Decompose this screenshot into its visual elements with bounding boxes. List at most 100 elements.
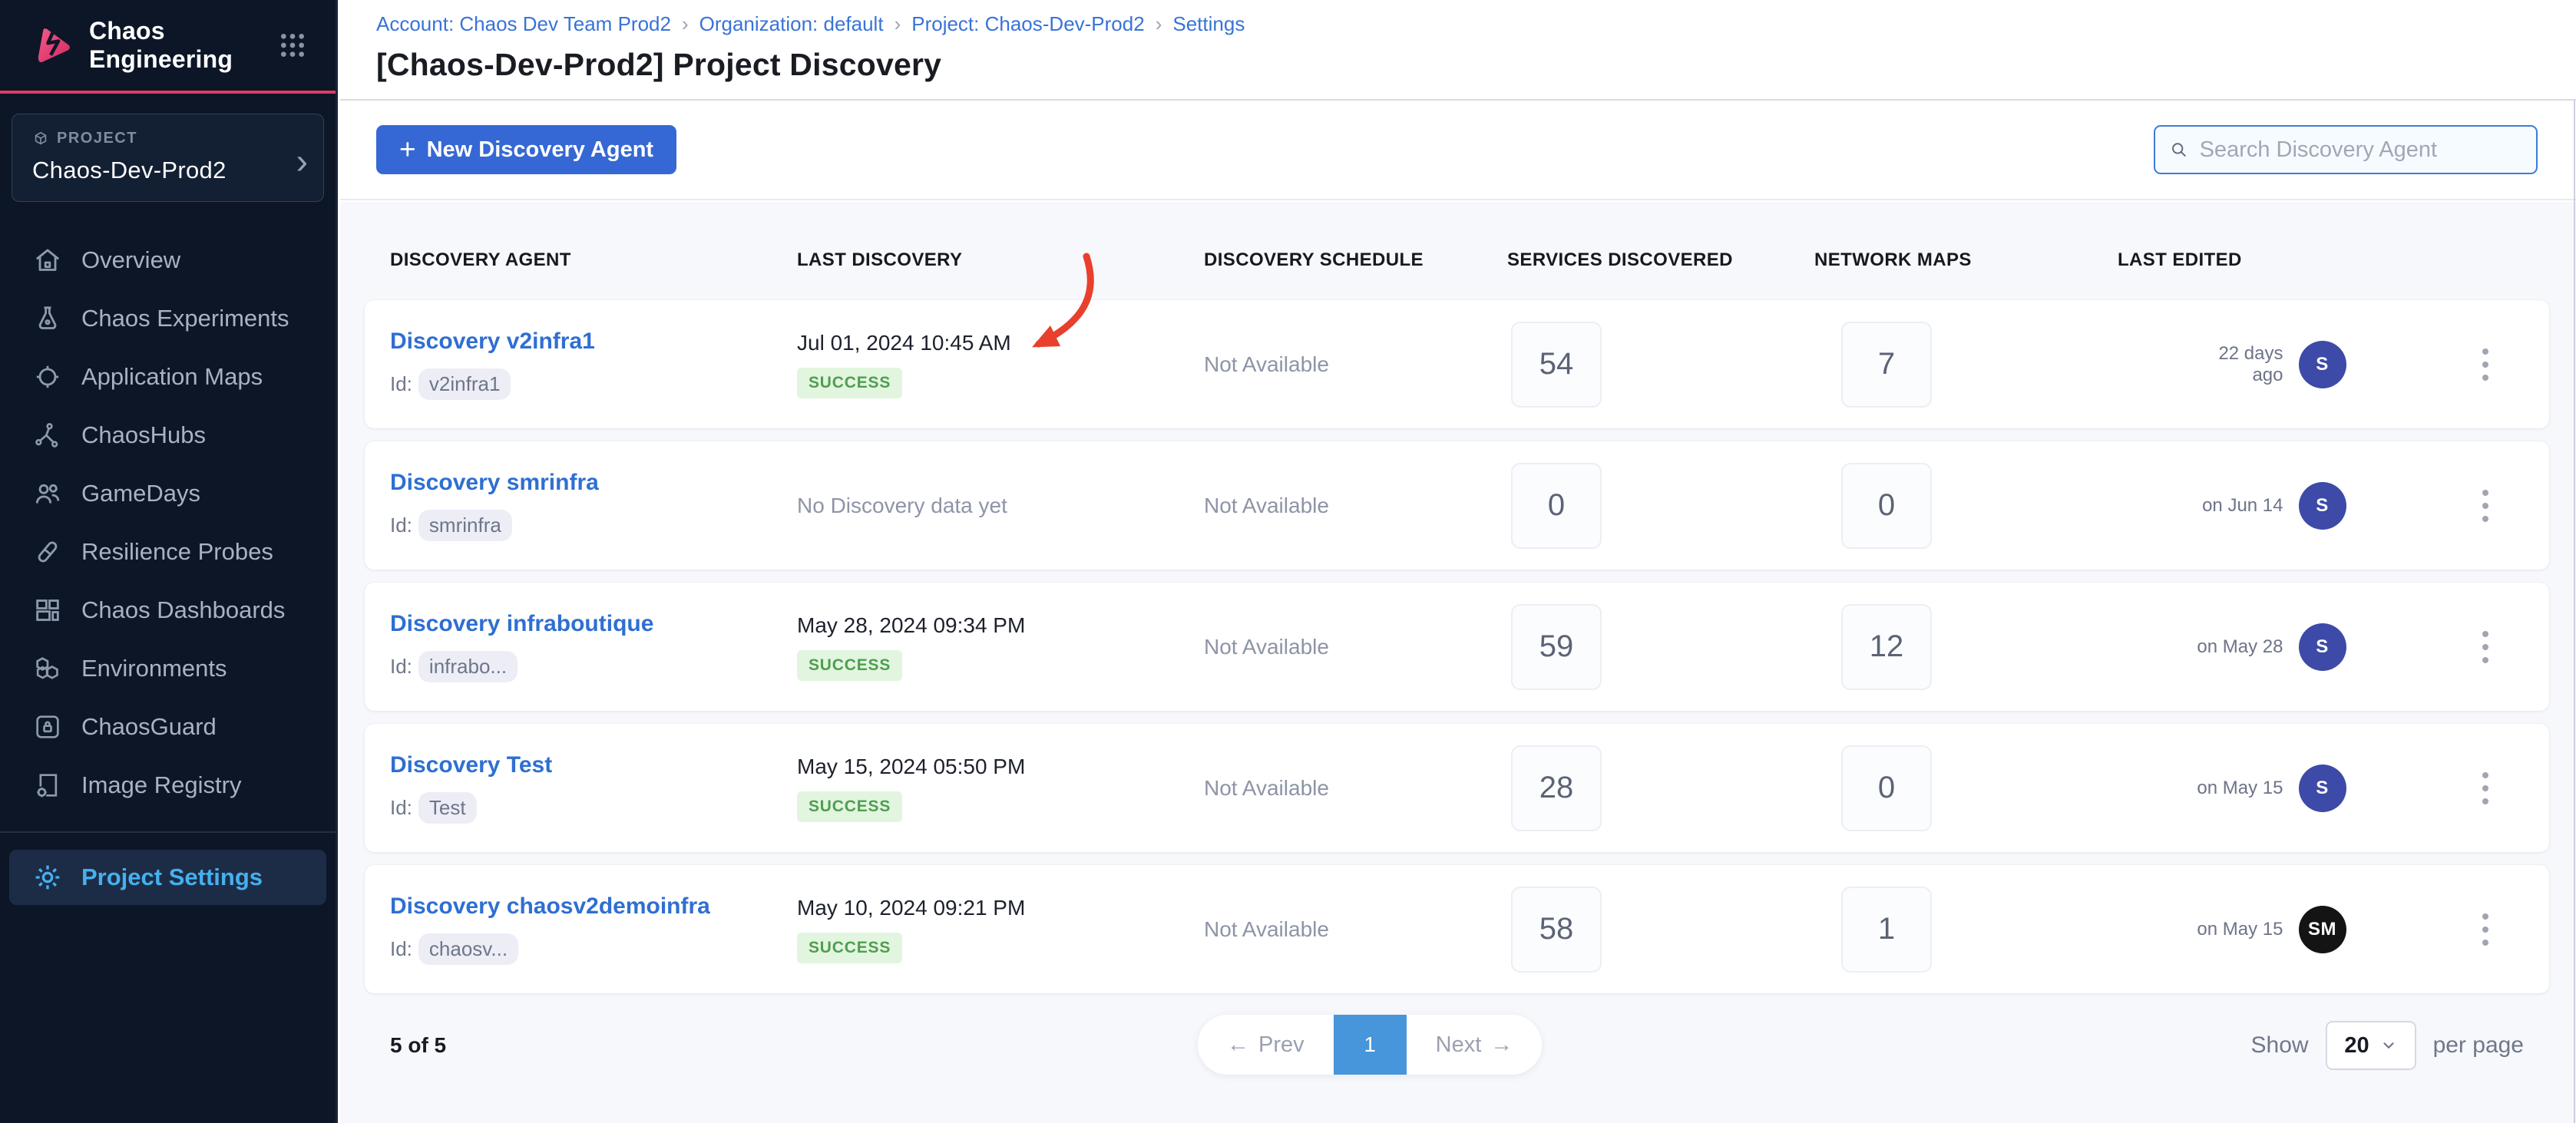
breadcrumb-account-link[interactable]: Account: Chaos Dev Team Prod2	[376, 12, 671, 36]
breadcrumb-separator: ›	[884, 12, 912, 36]
network-maps-cell: 0	[1814, 724, 2118, 852]
row-menu-button[interactable]	[2421, 865, 2549, 993]
avatar: S	[2299, 482, 2346, 530]
kebab-icon	[2482, 490, 2488, 522]
schedule-value: Not Available	[1204, 776, 1507, 801]
agent-cell: Discovery Test Id:Test	[390, 724, 797, 852]
id-label: Id:	[390, 655, 412, 679]
col-header-discovery-schedule: DISCOVERY SCHEDULE	[1204, 249, 1507, 271]
search-box	[2154, 125, 2538, 174]
network-maps-cell: 12	[1814, 583, 2118, 711]
row-menu-button[interactable]	[2421, 300, 2549, 428]
sidebar-item-label: Overview	[81, 246, 180, 274]
kebab-icon	[2482, 913, 2488, 946]
sidebar-item-image-registry[interactable]: Image Registry	[0, 756, 336, 814]
status-badge: SUCCESS	[797, 791, 902, 822]
row-menu-button[interactable]	[2421, 441, 2549, 570]
registry-icon	[32, 770, 63, 801]
services-cell: 59	[1507, 583, 1814, 711]
pager: ← Prev 1 Next →	[1198, 1015, 1542, 1075]
project-selector[interactable]: PROJECT Chaos-Dev-Prod2 ›	[12, 114, 324, 202]
sidebar-item-label: ChaosGuard	[81, 713, 217, 741]
last-edited-cell: on May 15 S	[2118, 724, 2421, 852]
breadcrumb-settings-link[interactable]: Settings	[1172, 12, 1245, 36]
page-1-button[interactable]: 1	[1334, 1015, 1407, 1075]
col-header-services-discovered: SERVICES DISCOVERED	[1507, 249, 1814, 271]
show-label: Show	[2251, 1032, 2309, 1059]
last-edited-cell: 22 days ago S	[2118, 300, 2421, 428]
table-row: Discovery v2infra1 Id:v2infra1 Jul 01, 2…	[365, 300, 2549, 428]
network-maps-count: 0	[1841, 463, 1932, 549]
sidebar-item-overview[interactable]: Overview	[0, 231, 336, 289]
sidebar-item-label: Chaos Dashboards	[81, 596, 285, 624]
agent-link[interactable]: Discovery chaosv2demoinfra	[390, 893, 710, 920]
network-icon	[32, 420, 63, 451]
page-size-select[interactable]: 20	[2326, 1021, 2416, 1070]
table-row: Discovery smrinfra Id:smrinfra No Discov…	[365, 441, 2549, 570]
sidebar-item-chaos-experiments[interactable]: Chaos Experiments	[0, 289, 336, 348]
page-title: [Chaos-Dev-Prod2] Project Discovery	[376, 47, 2576, 83]
breadcrumb-organization-link[interactable]: Organization: default	[699, 12, 884, 36]
network-maps-count: 0	[1841, 745, 1932, 831]
breadcrumb-project-link[interactable]: Project: Chaos-Dev-Prod2	[911, 12, 1144, 36]
sidebar-item-gamedays[interactable]: GameDays	[0, 464, 336, 523]
search-input[interactable]	[2200, 137, 2522, 163]
cube-icon	[32, 130, 49, 147]
agent-id: smrinfra	[418, 510, 512, 541]
sidebar-item-environments[interactable]: Environments	[0, 639, 336, 698]
row-menu-button[interactable]	[2421, 583, 2549, 711]
last-edited-text: on May 28	[2193, 636, 2283, 658]
sidebar-item-chaos-dashboards[interactable]: Chaos Dashboards	[0, 581, 336, 639]
next-page-button[interactable]: Next →	[1407, 1015, 1543, 1075]
schedule-value: Not Available	[1204, 352, 1507, 377]
agent-link[interactable]: Discovery Test	[390, 752, 552, 778]
module-grid-icon[interactable]	[277, 30, 308, 61]
gear-icon	[32, 862, 63, 893]
sidebar-item-label: Image Registry	[81, 771, 241, 799]
prev-label: Prev	[1258, 1032, 1305, 1058]
new-discovery-agent-label: New Discovery Agent	[427, 137, 653, 163]
avatar: S	[2299, 765, 2346, 812]
no-discovery-text: No Discovery data yet	[797, 494, 1204, 518]
sidebar-item-chaosguard[interactable]: ChaosGuard	[0, 698, 336, 756]
chevron-down-icon	[2380, 1037, 2397, 1054]
row-menu-button[interactable]	[2421, 724, 2549, 852]
sidebar-item-label: Project Settings	[81, 864, 263, 891]
services-cell: 28	[1507, 724, 1814, 852]
scrollbar-track[interactable]	[2574, 101, 2575, 1123]
accent-divider	[0, 91, 336, 94]
network-maps-cell: 1	[1814, 865, 2118, 993]
sidebar-item-project-settings[interactable]: Project Settings	[9, 850, 326, 905]
agent-link[interactable]: Discovery v2infra1	[390, 329, 595, 355]
id-label: Id:	[390, 796, 412, 820]
harness-chaos-logo-icon	[29, 23, 74, 68]
per-page-label: per page	[2433, 1032, 2524, 1059]
sidebar-item-label: Chaos Experiments	[81, 305, 289, 332]
breadcrumb-separator: ›	[1145, 12, 1173, 36]
new-discovery-agent-button[interactable]: + New Discovery Agent	[376, 125, 676, 174]
schedule-cell: Not Available	[1204, 441, 1507, 570]
toolbar: + New Discovery Agent	[340, 101, 2576, 200]
services-count: 0	[1511, 463, 1602, 549]
sidebar-item-resilience-probes[interactable]: Resilience Probes	[0, 523, 336, 581]
status-badge: SUCCESS	[797, 368, 902, 398]
sidebar-item-application-maps[interactable]: Application Maps	[0, 348, 336, 406]
sidebar-item-chaoshubs[interactable]: ChaosHubs	[0, 406, 336, 464]
status-badge: SUCCESS	[797, 933, 902, 963]
services-cell: 58	[1507, 865, 1814, 993]
last-discovery-cell: May 28, 2024 09:34 PM SUCCESS	[797, 583, 1204, 711]
agent-id: infrabo...	[418, 651, 518, 682]
agent-link[interactable]: Discovery smrinfra	[390, 470, 599, 496]
lock-icon	[32, 712, 63, 742]
prev-page-button[interactable]: ← Prev	[1198, 1015, 1334, 1075]
hexagons-icon	[32, 653, 63, 684]
search-icon	[2169, 139, 2189, 160]
col-header-last-edited: LAST EDITED	[2118, 249, 2421, 271]
network-maps-cell: 0	[1814, 441, 2118, 570]
sidebar-item-label: Resilience Probes	[81, 538, 273, 566]
col-header-network-maps: NETWORK MAPS	[1814, 249, 2118, 271]
agent-link[interactable]: Discovery infraboutique	[390, 611, 653, 637]
status-badge: SUCCESS	[797, 650, 902, 681]
target-icon	[32, 362, 63, 392]
avatar: SM	[2299, 906, 2346, 953]
